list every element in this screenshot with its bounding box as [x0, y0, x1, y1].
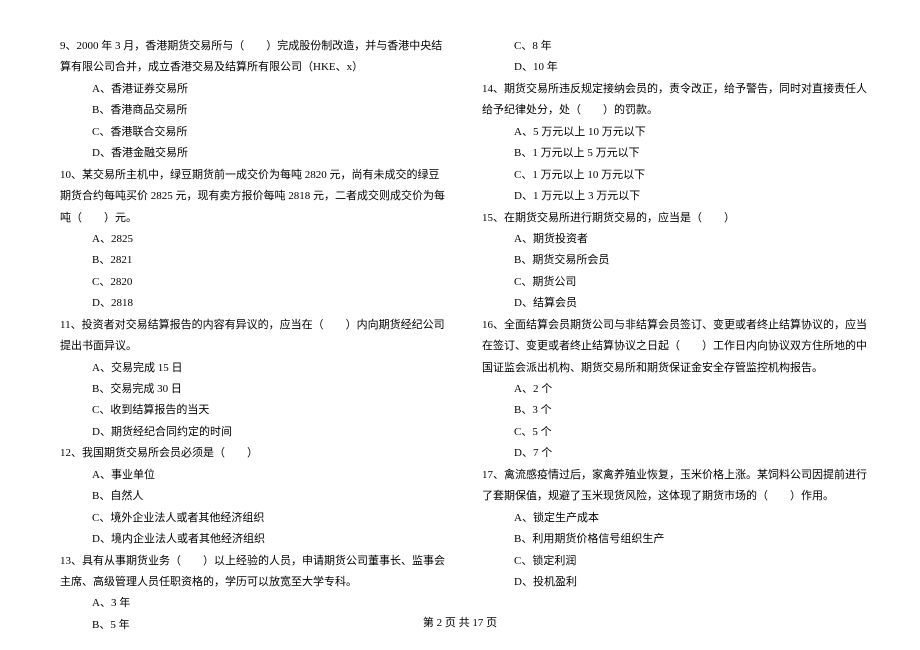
option: A、香港证券交易所 — [92, 79, 448, 100]
option: B、1 万元以上 5 万元以下 — [514, 143, 870, 164]
option: B、3 个 — [514, 400, 870, 421]
option: B、交易完成 30 日 — [92, 379, 448, 400]
option: C、期货公司 — [514, 272, 870, 293]
option: A、锁定生产成本 — [514, 508, 870, 529]
question-15: 15、在期货交易所进行期货交易的，应当是（ ） — [482, 208, 870, 229]
question-11: 11、投资者对交易结算报告的内容有异议的，应当在（ ）内向期货经纪公司提出书面异… — [60, 315, 448, 358]
option: B、期货交易所会员 — [514, 250, 870, 271]
option: A、2 个 — [514, 379, 870, 400]
option: B、自然人 — [92, 486, 448, 507]
page-footer: 第 2 页 共 17 页 — [0, 613, 920, 634]
option: D、结算会员 — [514, 293, 870, 314]
question-14: 14、期货交易所违反规定接纳会员的，责令改正，给予警告，同时对直接责任人给予纪律… — [482, 79, 870, 122]
option: A、事业单位 — [92, 465, 448, 486]
option: C、8 年 — [514, 36, 870, 57]
option: D、境内企业法人或者其他经济组织 — [92, 529, 448, 550]
option: B、2821 — [92, 250, 448, 271]
question-16-options: A、2 个 B、3 个 C、5 个 D、7 个 — [482, 379, 870, 465]
option: A、2825 — [92, 229, 448, 250]
left-column: 9、2000 年 3 月，香港期货交易所与（ ）完成股份制改造，并与香港中央结算… — [60, 36, 448, 636]
question-17-options: A、锁定生产成本 B、利用期货价格信号组织生产 C、锁定利润 D、投机盈利 — [482, 508, 870, 594]
question-12: 12、我国期货交易所会员必须是（ ） — [60, 443, 448, 464]
option: A、期货投资者 — [514, 229, 870, 250]
option: D、1 万元以上 3 万元以下 — [514, 186, 870, 207]
question-10: 10、某交易所主机中，绿豆期货前一成交价为每吨 2820 元，尚有未成交的绿豆期… — [60, 165, 448, 229]
two-column-layout: 9、2000 年 3 月，香港期货交易所与（ ）完成股份制改造，并与香港中央结算… — [60, 36, 870, 636]
option: D、2818 — [92, 293, 448, 314]
question-14-options: A、5 万元以上 10 万元以下 B、1 万元以上 5 万元以下 C、1 万元以… — [482, 122, 870, 208]
question-12-options: A、事业单位 B、自然人 C、境外企业法人或者其他经济组织 D、境内企业法人或者… — [60, 465, 448, 551]
option: D、投机盈利 — [514, 572, 870, 593]
question-10-options: A、2825 B、2821 C、2820 D、2818 — [60, 229, 448, 315]
right-column: C、8 年 D、10 年 14、期货交易所违反规定接纳会员的，责令改正，给予警告… — [482, 36, 870, 636]
question-17: 17、禽流感疫情过后，家禽养殖业恢复，玉米价格上涨。某饲料公司因提前进行了套期保… — [482, 465, 870, 508]
question-9-options: A、香港证券交易所 B、香港商品交易所 C、香港联合交易所 D、香港金融交易所 — [60, 79, 448, 165]
option: C、境外企业法人或者其他经济组织 — [92, 508, 448, 529]
question-13: 13、具有从事期货业务（ ）以上经验的人员，申请期货公司董事长、监事会主席、高级… — [60, 551, 448, 594]
option: C、香港联合交易所 — [92, 122, 448, 143]
option: B、香港商品交易所 — [92, 100, 448, 121]
option: C、2820 — [92, 272, 448, 293]
option: C、1 万元以上 10 万元以下 — [514, 165, 870, 186]
option: A、交易完成 15 日 — [92, 358, 448, 379]
option: C、5 个 — [514, 422, 870, 443]
question-9: 9、2000 年 3 月，香港期货交易所与（ ）完成股份制改造，并与香港中央结算… — [60, 36, 448, 79]
question-16: 16、全面结算会员期货公司与非结算会员签订、变更或者终止结算协议的，应当在签订、… — [482, 315, 870, 379]
question-15-options: A、期货投资者 B、期货交易所会员 C、期货公司 D、结算会员 — [482, 229, 870, 315]
option: D、10 年 — [514, 57, 870, 78]
question-13-options-part2: C、8 年 D、10 年 — [482, 36, 870, 79]
option: A、5 万元以上 10 万元以下 — [514, 122, 870, 143]
option: D、7 个 — [514, 443, 870, 464]
option: D、香港金融交易所 — [92, 143, 448, 164]
option: B、利用期货价格信号组织生产 — [514, 529, 870, 550]
option: C、收到结算报告的当天 — [92, 400, 448, 421]
option: D、期货经纪合同约定的时间 — [92, 422, 448, 443]
option: C、锁定利润 — [514, 551, 870, 572]
question-11-options: A、交易完成 15 日 B、交易完成 30 日 C、收到结算报告的当天 D、期货… — [60, 358, 448, 444]
